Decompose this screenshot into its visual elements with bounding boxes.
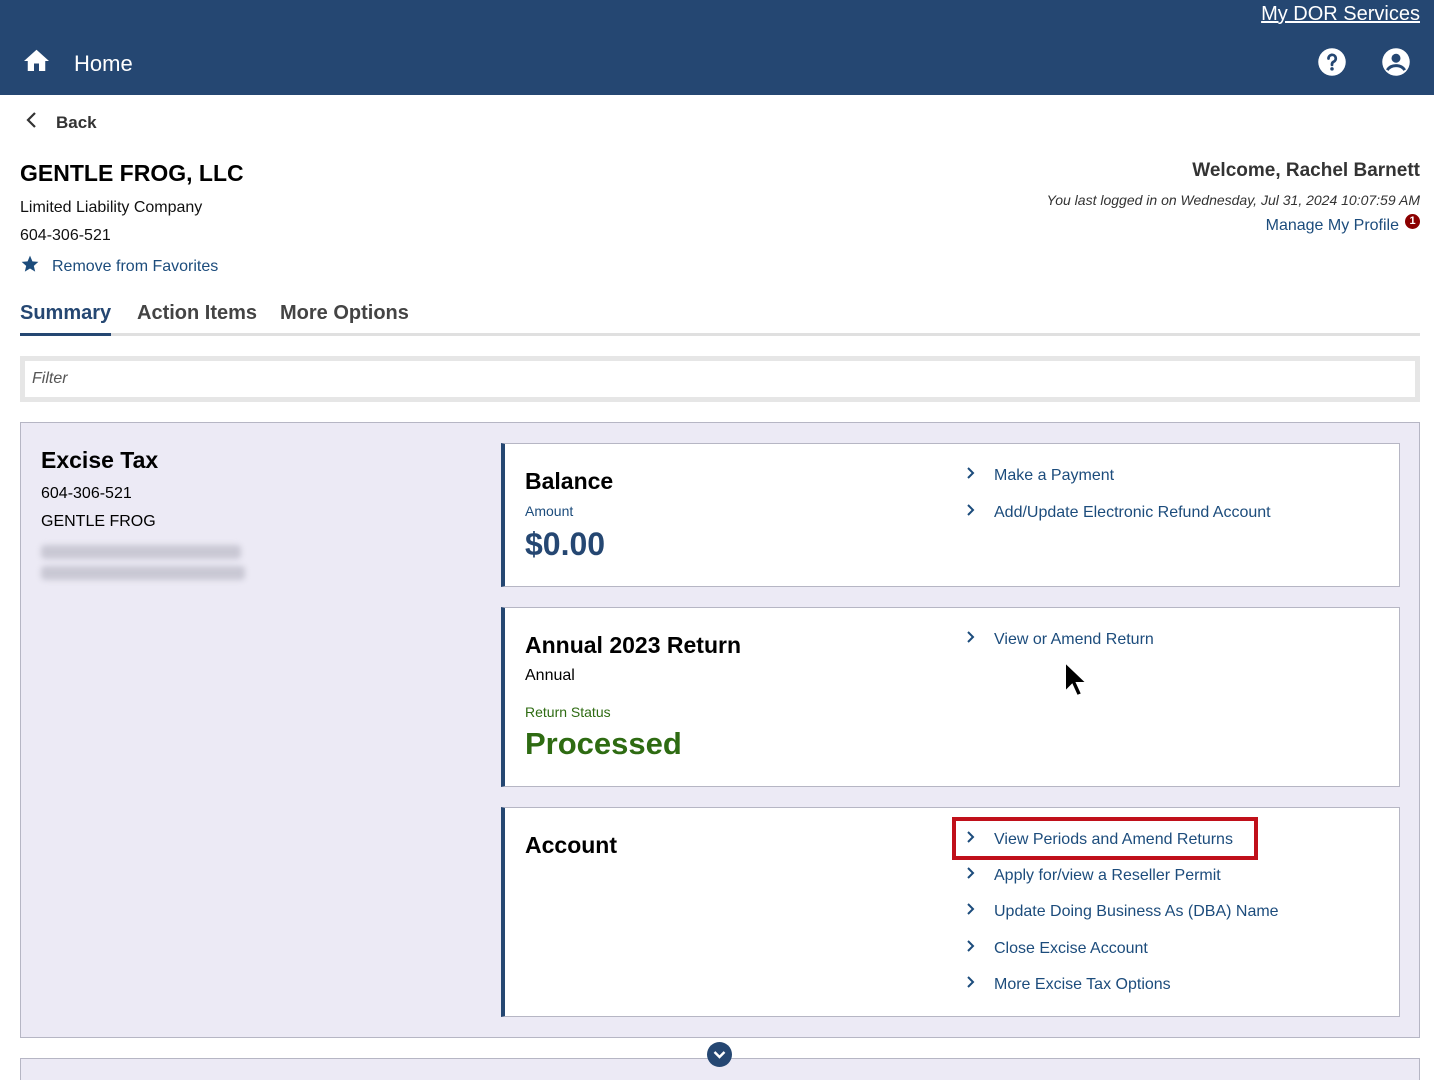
link-label: Close Excise Account — [994, 939, 1148, 957]
manage-profile-label: Manage My Profile — [1265, 217, 1399, 234]
favorites-label: Remove from Favorites — [52, 257, 219, 275]
expand-button[interactable] — [707, 1042, 732, 1067]
view-periods-link[interactable]: View Periods and Amend Returns — [965, 830, 1233, 849]
chevron-right-icon — [965, 939, 983, 958]
update-dba-link[interactable]: Update Doing Business As (DBA) Name — [965, 902, 1279, 921]
tab-more-options[interactable]: More Options — [280, 302, 409, 336]
manage-profile-link[interactable]: Manage My Profile 1 — [1265, 213, 1420, 235]
my-dor-services-link[interactable]: My DOR Services — [1261, 3, 1420, 26]
account-card: Account View Periods and Amend Returns A… — [501, 807, 1400, 1017]
link-label: Make a Payment — [994, 466, 1115, 484]
remove-favorites-link[interactable]: Remove from Favorites — [20, 254, 218, 279]
help-icon[interactable] — [1317, 47, 1347, 77]
account-card-title: Account — [525, 832, 617, 858]
balance-title: Balance — [525, 468, 614, 494]
chevron-right-icon — [965, 830, 983, 849]
link-label: More Excise Tax Options — [994, 975, 1171, 993]
tab-summary[interactable]: Summary — [20, 302, 112, 336]
home-icon — [21, 46, 52, 81]
account-title: Excise Tax — [41, 447, 159, 473]
chevron-right-icon — [965, 866, 983, 885]
mouse-cursor-icon — [1063, 659, 1090, 705]
tab-action-items[interactable]: Action Items — [137, 302, 257, 336]
last-login-text: You last logged in on Wednesday, Jul 31,… — [1046, 192, 1420, 208]
welcome-message: Welcome, Rachel Barnett — [1192, 160, 1420, 181]
excise-tax-panel: Excise Tax 604-306-521 GENTLE FROG Balan… — [20, 422, 1420, 1038]
top-header: My DOR Services Home — [0, 0, 1434, 95]
chevron-right-icon — [965, 975, 983, 994]
return-frequency: Annual — [525, 667, 575, 684]
filter-input[interactable] — [25, 361, 1415, 397]
return-status: Processed — [525, 726, 682, 761]
chevron-right-icon — [965, 630, 983, 649]
link-label: View Periods and Amend Returns — [994, 830, 1233, 848]
redacted-address-line — [41, 545, 241, 559]
close-account-link[interactable]: Close Excise Account — [965, 939, 1148, 958]
link-label: Apply for/view a Reseller Permit — [994, 866, 1221, 884]
back-label: Back — [56, 112, 97, 132]
chevron-down-icon — [707, 1051, 732, 1071]
taxpayer-id: 604-306-521 — [20, 227, 111, 244]
annual-return-card: Annual 2023 Return Annual Return Status … — [501, 607, 1400, 787]
balance-amount: $0.00 — [525, 526, 606, 562]
star-icon — [20, 254, 40, 279]
make-payment-link[interactable]: Make a Payment — [965, 466, 1114, 485]
chevron-right-icon — [965, 503, 983, 522]
entity-type: Limited Liability Company — [20, 199, 203, 216]
notification-badge: 1 — [1405, 213, 1420, 229]
refund-account-link[interactable]: Add/Update Electronic Refund Account — [965, 503, 1271, 522]
taxpayer-name: GENTLE FROG, LLC — [20, 160, 244, 186]
account-name: GENTLE FROG — [41, 513, 156, 530]
chevron-right-icon — [965, 902, 983, 921]
account-circle-icon[interactable] — [1381, 47, 1411, 77]
amount-label: Amount — [525, 503, 574, 519]
home-label: Home — [74, 50, 133, 76]
view-amend-return-link[interactable]: View or Amend Return — [965, 630, 1154, 649]
link-label: Add/Update Electronic Refund Account — [994, 503, 1271, 521]
more-excise-options-link[interactable]: More Excise Tax Options — [965, 975, 1171, 994]
return-status-label: Return Status — [525, 704, 611, 720]
redacted-address-line — [41, 566, 245, 580]
back-link[interactable]: Back — [24, 110, 97, 135]
return-title: Annual 2023 Return — [525, 632, 741, 658]
tab-bar: Summary Action Items More Options — [20, 302, 1420, 336]
filter-container — [20, 356, 1420, 402]
home-link[interactable]: Home — [21, 46, 133, 81]
reseller-permit-link[interactable]: Apply for/view a Reseller Permit — [965, 866, 1221, 885]
balance-card: Balance Amount $0.00 Make a Payment Add/… — [501, 443, 1400, 587]
chevron-right-icon — [965, 466, 983, 485]
account-id: 604-306-521 — [41, 485, 132, 502]
link-label: View or Amend Return — [994, 630, 1154, 648]
chevron-left-icon — [24, 110, 40, 135]
link-label: Update Doing Business As (DBA) Name — [994, 902, 1279, 920]
